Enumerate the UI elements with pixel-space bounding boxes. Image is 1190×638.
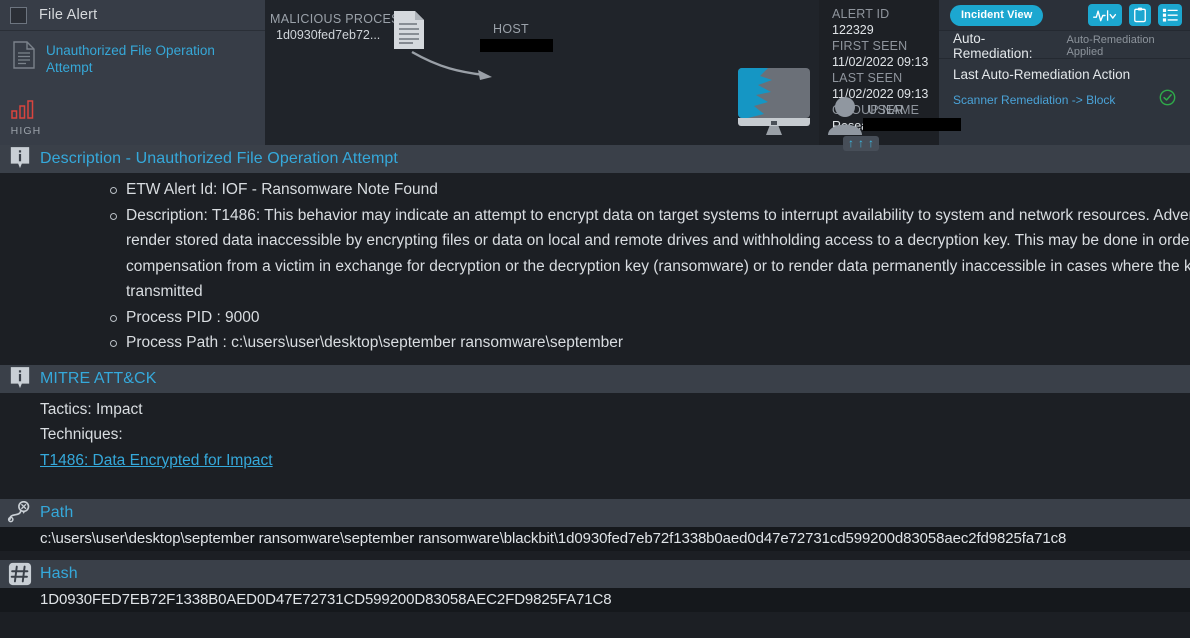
- malicious-process-value: 1d0930fed7eb72...: [276, 28, 381, 42]
- hash-title: Hash: [40, 564, 78, 582]
- description-title: Description - Unauthorized File Operatio…: [40, 150, 398, 167]
- incident-view-button[interactable]: Incident View: [950, 4, 1044, 26]
- hash-header: Hash: [0, 559, 1190, 588]
- last-remediation-section: Last Auto-Remediation Action Scanner Rem…: [939, 59, 1190, 111]
- checklist-icon[interactable]: [1158, 4, 1182, 26]
- escalation-arrows-badge[interactable]: ↑ ↑ ↑: [843, 136, 879, 151]
- document-icon: [13, 41, 35, 69]
- auto-remediation-status: Auto-Remediation: Auto-Remediation Appli…: [939, 31, 1190, 61]
- graph-edge-arrow: [411, 50, 492, 80]
- last-action-value[interactable]: Scanner Remediation -> Block: [953, 93, 1115, 107]
- hash-value[interactable]: 1D0930FED7EB72F1338B0AED0D47E72731CD5992…: [0, 587, 1190, 612]
- info-bubble-icon: [0, 146, 40, 172]
- meta-key: LAST SEEN: [832, 71, 903, 85]
- hash-icon: [0, 562, 40, 586]
- mitre-section: MITRE ATT&CK Tactics: Impact Techniques:…: [0, 364, 1190, 499]
- meta-value: 122329: [832, 23, 874, 37]
- meta-key: ALERT ID: [832, 7, 890, 21]
- file-document-icon[interactable]: [393, 10, 425, 55]
- meta-value: 11/02/2022 09:13: [832, 55, 929, 69]
- host-value-redacted: [480, 39, 553, 52]
- path-pin-icon: [0, 500, 40, 525]
- user-value-redacted: [863, 118, 961, 131]
- severity-label: HIGH: [10, 125, 42, 137]
- alert-sidebar: File Alert Unauthorized File Operation A…: [0, 0, 265, 145]
- green-check-circle-icon: [1159, 89, 1176, 111]
- path-section: Path c:\users\user\desktop\september ran…: [0, 498, 1190, 560]
- info-bubble-icon: [0, 366, 40, 392]
- description-header: Description - Unauthorized File Operatio…: [0, 145, 1190, 173]
- mitre-body: Tactics: Impact Techniques: T1486: Data …: [0, 392, 1190, 499]
- activity-graph-icon[interactable]: [1088, 4, 1122, 26]
- user-avatar-icon[interactable]: [827, 95, 863, 135]
- mitre-techniques-label: Techniques:: [40, 425, 123, 443]
- description-item: ETW Alert Id: IOF - Ransomware Note Foun…: [108, 177, 1190, 203]
- arrow-up-icon: ↑: [848, 136, 854, 150]
- alert-header: File Alert: [0, 0, 265, 31]
- alert-type-title: File Alert: [39, 7, 98, 23]
- alert-select-checkbox[interactable]: [10, 6, 27, 24]
- path-value[interactable]: c:\users\user\desktop\september ransomwa…: [0, 526, 1190, 551]
- malicious-process-label: MALICIOUS PROCESS: [270, 12, 409, 26]
- mitre-header: MITRE ATT&CK: [0, 364, 1190, 393]
- hash-section: Hash 1D0930FED7EB72F1338B0AED0D47E72731C…: [0, 559, 1190, 612]
- user-label: USER: [868, 103, 904, 117]
- auto-remediation-value: Auto-Remediation Applied: [1066, 34, 1155, 58]
- alert-name-link[interactable]: Unauthorized File Operation Attempt: [46, 41, 255, 76]
- description-section: Description - Unauthorized File Operatio…: [0, 145, 1190, 365]
- host-label: HOST: [493, 22, 529, 36]
- remediation-toolbar: Incident View: [939, 0, 1190, 31]
- description-item: Process Path : c:\users\user\desktop\sep…: [108, 330, 1190, 356]
- description-item: Description: T1486: This behavior may in…: [108, 203, 1190, 305]
- last-action-title: Last Auto-Remediation Action: [953, 67, 1131, 82]
- mitre-tactics: Tactics: Impact: [40, 400, 143, 418]
- path-header: Path: [0, 498, 1190, 527]
- path-title: Path: [40, 503, 74, 521]
- auto-remediation-key: Auto-Remediation:: [953, 31, 1033, 61]
- arrow-up-icon: ↑: [868, 136, 874, 150]
- clipboard-icon[interactable]: [1129, 4, 1151, 26]
- alert-summary-band: File Alert Unauthorized File Operation A…: [0, 0, 1190, 151]
- severity-bars-icon: [11, 100, 34, 119]
- monitor-icon[interactable]: [738, 68, 810, 135]
- severity-indicator: HIGH: [9, 99, 43, 137]
- description-body: ETW Alert Id: IOF - Ransomware Note Foun…: [0, 173, 1190, 365]
- arrow-up-icon: ↑: [858, 136, 864, 150]
- attack-graph[interactable]: MALICIOUS PROCESS 1d0930fed7eb72... HOST: [265, 0, 961, 151]
- mitre-title: MITRE ATT&CK: [40, 369, 157, 387]
- remediation-panel: Incident View Auto-Remediation: Auto-Rem…: [939, 0, 1190, 145]
- mitre-technique-link[interactable]: T1486: Data Encrypted for Impact: [40, 447, 273, 475]
- description-item: Process PID : 9000: [108, 305, 1190, 331]
- meta-key: FIRST SEEN: [832, 39, 908, 53]
